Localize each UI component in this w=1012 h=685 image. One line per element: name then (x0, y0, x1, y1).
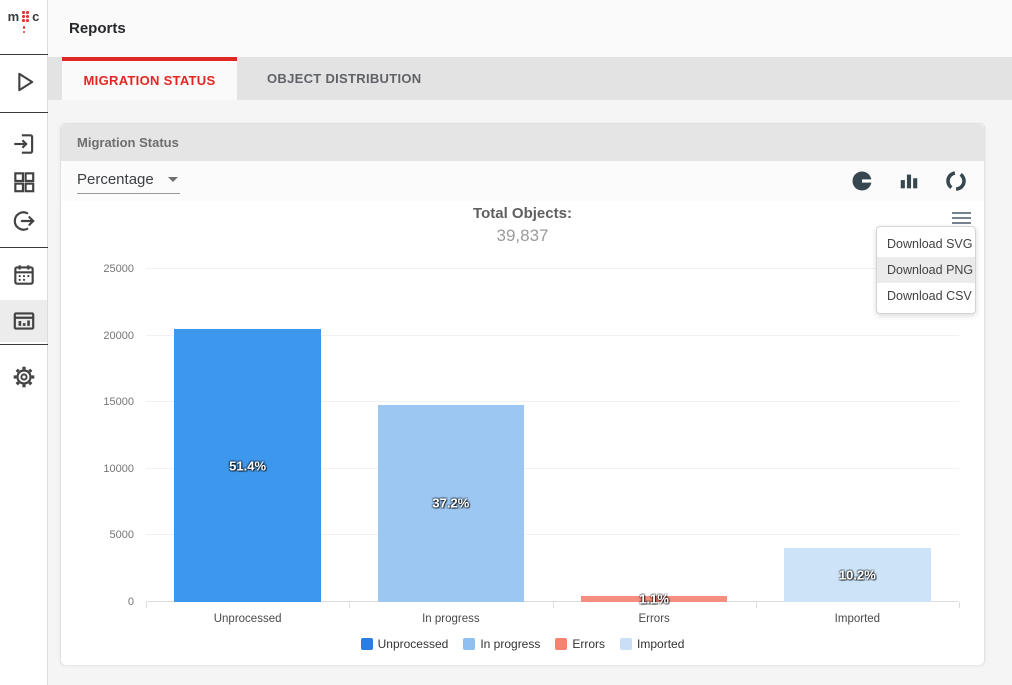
grid-icon (11, 169, 37, 195)
bar-value-label: 51.4% (229, 458, 266, 473)
menu-item-download-png[interactable]: Download PNG (877, 257, 975, 283)
x-axis-tick (756, 602, 757, 608)
tab-label: OBJECT DISTRIBUTION (267, 71, 421, 86)
sidebar-item-export[interactable] (0, 202, 47, 240)
page-title: Reports (69, 20, 126, 37)
sidebar-item-reports[interactable] (0, 300, 47, 342)
pie-chart-icon[interactable] (850, 169, 874, 193)
bar-slot: 1.1% (553, 269, 756, 602)
legend-item-unprocessed[interactable]: Unprocessed (361, 637, 449, 651)
bar-slot: 10.2% (756, 269, 959, 602)
sidebar-item-import[interactable] (0, 125, 47, 163)
sign-in-icon (11, 131, 37, 157)
sign-out-icon (11, 208, 37, 234)
y-axis-tick-label: 15000 (103, 396, 134, 408)
x-axis-label-unprocessed: Unprocessed (146, 613, 349, 625)
tab-bar: MIGRATION STATUS OBJECT DISTRIBUTION (48, 57, 1012, 100)
sidebar-divider (0, 344, 48, 345)
bar-errors[interactable]: 1.1% (581, 596, 727, 602)
chart-menu-icon[interactable] (952, 209, 974, 227)
chevron-down-icon (168, 177, 178, 182)
play-icon (10, 68, 38, 96)
chart-region: Total Objects: 39,837 Download SVG Downl… (61, 201, 984, 665)
x-axis-tick (959, 602, 960, 608)
bar-in-progress[interactable]: 37.2% (378, 405, 524, 602)
x-axis-labels: UnprocessedIn progressErrorsImported (146, 613, 959, 625)
sidebar: m c (0, 0, 48, 685)
legend-label: Errors (572, 637, 605, 651)
chart-total-value: 39,837 (61, 226, 984, 246)
x-axis-tick (553, 602, 554, 608)
x-axis-label-errors: Errors (553, 613, 756, 625)
panel-title: Migration Status (77, 135, 179, 150)
bar-slot: 37.2% (349, 269, 552, 602)
bar-unprocessed[interactable]: 51.4% (174, 329, 320, 602)
calendar-icon (11, 262, 37, 288)
tab-label: MIGRATION STATUS (84, 73, 216, 88)
bar-chart-plot: 050001000015000200002500051.4%37.2%1.1%1… (146, 269, 959, 602)
tab-object-distribution[interactable]: OBJECT DISTRIBUTION (237, 57, 451, 100)
y-axis-tick-label: 20000 (103, 330, 134, 342)
x-axis-tick (349, 602, 350, 608)
chart-legend: Unprocessed In progress Errors Imported (61, 637, 984, 651)
legend-swatch (555, 638, 567, 650)
sidebar-divider (0, 112, 48, 113)
sidebar-item-dashboard[interactable] (0, 163, 47, 201)
x-axis-label-imported: Imported (756, 613, 959, 625)
bar-value-label: 37.2% (432, 496, 469, 511)
sidebar-item-settings[interactable] (0, 358, 47, 396)
y-axis-tick-label: 5000 (110, 529, 134, 541)
panel-header: Migration Status (61, 124, 984, 161)
menu-item-download-csv[interactable]: Download CSV (877, 283, 975, 309)
x-axis-tick (146, 602, 147, 608)
logo-letter-m: m (8, 9, 20, 24)
app-logo[interactable]: m c (0, 9, 47, 51)
chart-toolbar: Percentage (61, 161, 984, 201)
settings-icon (11, 364, 37, 390)
sidebar-item-run[interactable] (0, 63, 47, 101)
y-axis-tick-label: 10000 (103, 463, 134, 475)
legend-swatch (361, 638, 373, 650)
logo-dots (22, 11, 29, 22)
x-axis-label-in-progress: In progress (349, 613, 552, 625)
page-header: Reports (48, 0, 1012, 57)
menu-item-download-svg[interactable]: Download SVG (877, 231, 975, 257)
legend-label: Imported (637, 637, 684, 651)
download-menu: Download SVG Download PNG Download CSV (876, 226, 976, 314)
sidebar-divider (0, 247, 48, 248)
y-axis-tick-label: 0 (128, 596, 134, 608)
bar-imported[interactable]: 10.2% (784, 548, 930, 602)
app-window: m c (0, 0, 1012, 685)
legend-item-imported[interactable]: Imported (620, 637, 684, 651)
bar-slot: 51.4% (146, 269, 349, 602)
migration-status-panel: Migration Status Percentage (60, 123, 985, 665)
value-mode-selected: Percentage (77, 171, 154, 188)
tab-migration-status[interactable]: MIGRATION STATUS (62, 57, 237, 100)
chart-type-switcher (850, 169, 968, 193)
y-axis-tick-label: 25000 (103, 263, 134, 275)
logo-letter-c: c (32, 9, 39, 24)
legend-label: Unprocessed (378, 637, 449, 651)
reports-icon (11, 308, 37, 334)
legend-label: In progress (480, 637, 540, 651)
legend-item-in-progress[interactable]: In progress (463, 637, 540, 651)
bar-value-label: 10.2% (839, 567, 876, 582)
chart-title-block: Total Objects: 39,837 (61, 205, 984, 246)
bar-chart-icon[interactable] (898, 169, 920, 193)
chart-title: Total Objects: (61, 205, 984, 222)
content-area: Migration Status Percentage (48, 100, 1012, 685)
sidebar-item-scheduler[interactable] (0, 256, 47, 294)
legend-swatch (463, 638, 475, 650)
logo-row: m c (8, 9, 40, 24)
bar-value-label: 1.1% (639, 592, 669, 607)
donut-chart-icon[interactable] (944, 169, 968, 193)
legend-swatch (620, 638, 632, 650)
value-mode-select[interactable]: Percentage (77, 169, 180, 194)
sidebar-divider (0, 54, 48, 55)
legend-item-errors[interactable]: Errors (555, 637, 605, 651)
logo-tail-dots (23, 26, 26, 33)
